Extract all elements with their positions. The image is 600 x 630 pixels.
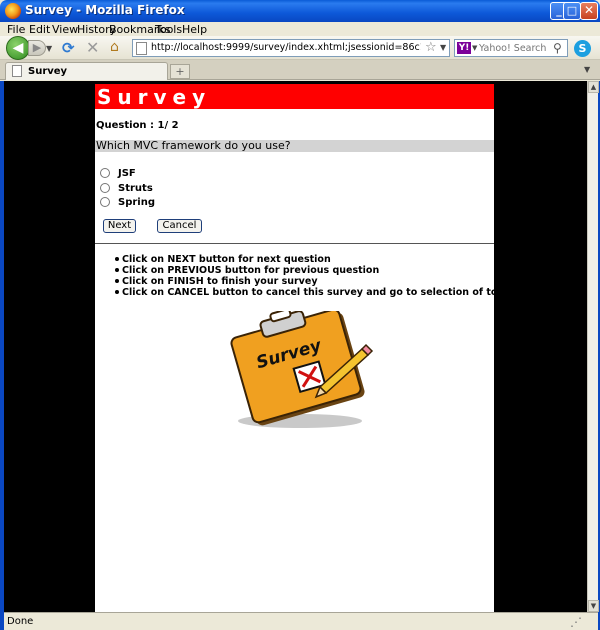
option-label: Spring xyxy=(118,197,155,208)
reload-button[interactable]: ⟳ xyxy=(62,39,75,57)
page-title: Survey xyxy=(97,85,212,109)
menu-bar: File Edit View History Bookmarks Tools H… xyxy=(0,22,600,36)
menu-edit[interactable]: Edit xyxy=(29,23,50,36)
page-icon xyxy=(136,42,147,55)
new-tab-button[interactable]: + xyxy=(170,64,190,79)
tab-label: Survey xyxy=(28,66,68,77)
scroll-up-button[interactable]: ▲ xyxy=(588,81,599,93)
list-item: Click on CANCEL button to cancel this su… xyxy=(115,287,513,298)
instructions-list: Click on NEXT button for next question C… xyxy=(115,254,513,298)
radio-struts[interactable] xyxy=(100,183,110,193)
yahoo-icon[interactable]: Y! xyxy=(457,42,471,54)
list-item: Click on PREVIOUS button for previous qu… xyxy=(115,265,490,276)
tab-survey[interactable]: Survey xyxy=(5,62,168,80)
window-titlebar[interactable]: Survey - Mozilla Firefox _ □ ✕ xyxy=(0,0,600,22)
menu-file[interactable]: File xyxy=(7,23,25,36)
tab-bar: Survey + ▼ xyxy=(0,60,600,80)
scroll-down-button[interactable]: ▼ xyxy=(588,600,599,612)
resize-grip-icon[interactable]: ⋰ xyxy=(570,615,582,629)
menu-view[interactable]: View xyxy=(52,23,78,36)
list-item: Click on FINISH to finish your survey xyxy=(115,276,490,287)
url-bar[interactable]: http://localhost:9999/survey/index.xhtml… xyxy=(132,39,450,57)
survey-header: Survey xyxy=(95,84,494,109)
close-window-button[interactable]: ✕ xyxy=(580,2,598,20)
divider xyxy=(95,243,494,244)
option-label: JSF xyxy=(118,168,136,179)
radio-jsf[interactable] xyxy=(100,168,110,178)
cancel-button[interactable]: Cancel xyxy=(157,219,202,233)
tab-list-dropdown-icon[interactable]: ▼ xyxy=(584,65,590,74)
radio-spring[interactable] xyxy=(100,197,110,207)
search-bar[interactable]: Y! ▼ ⚲ xyxy=(454,39,568,57)
menu-tools[interactable]: Tools xyxy=(155,23,182,36)
back-button[interactable]: ◀ xyxy=(6,36,30,60)
firefox-icon xyxy=(5,3,21,19)
search-input[interactable] xyxy=(479,41,551,55)
url-dropdown-icon[interactable]: ▼ xyxy=(440,43,446,52)
home-button[interactable]: ⌂ xyxy=(110,39,119,55)
survey-page: Survey Question : 1/ 2 Which MVC framewo… xyxy=(95,84,513,612)
history-dropdown-icon[interactable]: ▼ xyxy=(46,44,52,53)
skype-icon[interactable]: S xyxy=(574,40,591,57)
bookmark-star-icon[interactable]: ☆ xyxy=(425,40,437,55)
menu-help[interactable]: Help xyxy=(182,23,207,36)
url-text[interactable]: http://localhost:9999/survey/index.xhtml… xyxy=(151,42,421,53)
question-counter: Question : 1/ 2 xyxy=(96,120,179,131)
list-item: Click on NEXT button for next question xyxy=(115,254,490,265)
next-button[interactable]: Next xyxy=(103,219,136,233)
forward-button[interactable]: ▶ xyxy=(28,40,46,56)
status-text: Done xyxy=(7,616,34,627)
maximize-button[interactable]: □ xyxy=(563,2,581,20)
question-text: Which MVC framework do you use? xyxy=(96,139,291,152)
tab-page-icon xyxy=(12,65,22,77)
page-viewport: Survey Question : 1/ 2 Which MVC framewo… xyxy=(4,81,587,612)
vertical-scrollbar[interactable]: ▲ ▼ xyxy=(587,81,599,612)
option-label: Struts xyxy=(118,183,153,194)
navigation-toolbar: ◀ ▶ ▼ ⟳ ✕ ⌂ http://localhost:9999/survey… xyxy=(0,36,600,60)
search-engine-dropdown-icon[interactable]: ▼ xyxy=(472,44,477,52)
status-bar: Done ⋰ xyxy=(4,612,598,630)
question-band: Which MVC framework do you use? xyxy=(95,139,494,152)
stop-button[interactable]: ✕ xyxy=(86,38,99,57)
survey-clipboard-image: Survey xyxy=(230,311,374,428)
window-title: Survey - Mozilla Firefox xyxy=(25,3,185,17)
search-icon[interactable]: ⚲ xyxy=(553,41,562,55)
